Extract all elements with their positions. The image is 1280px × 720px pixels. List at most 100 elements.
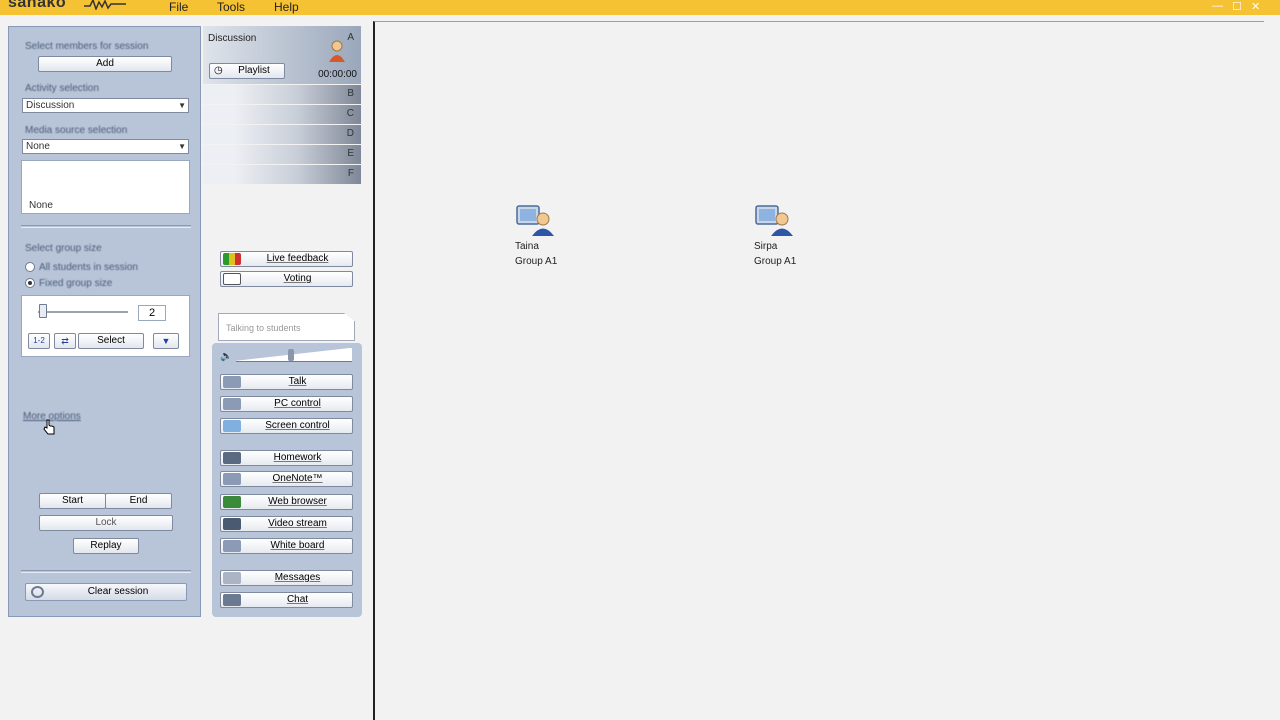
voting-icon <box>223 273 241 285</box>
activity-select[interactable]: Discussion ▼ <box>22 98 189 113</box>
chevron-down-icon: ▼ <box>178 142 186 151</box>
group-row-e[interactable]: E <box>203 145 361 164</box>
divider <box>21 570 191 573</box>
group-row-c[interactable]: C <box>203 105 361 124</box>
media-list[interactable]: None <box>21 160 190 214</box>
group-row-d[interactable]: D <box>203 125 361 144</box>
start-button[interactable]: Start <box>39 493 106 509</box>
messages-icon <box>223 572 241 584</box>
triangle-down-icon: ▼ <box>161 336 171 346</box>
group-size-slider[interactable] <box>38 311 128 313</box>
web-browser-button[interactable]: Web browser <box>220 494 353 510</box>
add-button[interactable]: Add <box>38 56 172 72</box>
minimize-icon[interactable]: — <box>1212 0 1223 12</box>
radio-dot <box>28 281 32 285</box>
select-members-label: Select members for session <box>25 41 149 52</box>
menu-help[interactable]: Help <box>274 0 299 14</box>
onenote-button[interactable]: OneNote™ <box>220 471 353 487</box>
activity-selection-label: Activity selection <box>25 83 99 94</box>
video-stream-button[interactable]: Video stream <box>220 516 353 532</box>
media-source-label: Media source selection <box>25 125 128 136</box>
talk-icon <box>223 376 241 388</box>
screen-control-label: Screen control <box>265 420 330 431</box>
session-timer: 00:00:00 <box>318 69 357 80</box>
group-row-b[interactable]: B <box>203 85 361 104</box>
group-letter-f: F <box>347 168 354 179</box>
talking-to-students-label: Talking to students <box>226 323 301 333</box>
voting-label: Voting <box>283 273 312 284</box>
white-board-icon <box>223 540 241 552</box>
clear-session-label: Clear session <box>87 586 149 597</box>
menu-tools[interactable]: Tools <box>217 0 245 14</box>
discussion-group-header: Discussion A ◷ Playlist 00:00:00 <box>203 26 361 84</box>
clear-session-button[interactable]: Clear session <box>25 583 187 601</box>
homework-button[interactable]: Homework <box>220 450 353 466</box>
homework-icon <box>223 452 241 464</box>
dropdown-arrow-button[interactable]: ▼ <box>153 333 179 349</box>
student-computer-icon <box>755 205 793 236</box>
activity-select-value: Discussion <box>26 100 75 111</box>
end-button[interactable]: End <box>105 493 172 509</box>
onenote-icon <box>223 473 241 485</box>
screen-control-icon <box>223 420 241 432</box>
volume-thumb[interactable] <box>288 349 295 361</box>
live-feedback-button[interactable]: Live feedback <box>220 251 353 267</box>
web-browser-icon <box>223 496 241 508</box>
video-stream-icon <box>223 518 241 530</box>
group-size-box: 2 1-2 ⇄ Select ▼ <box>21 295 190 357</box>
messages-label: Messages <box>274 572 321 583</box>
app-logo: sanako <box>8 0 67 11</box>
talk-label: Talk <box>288 376 307 387</box>
student-sirpa[interactable]: Sirpa Group A1 <box>754 204 814 267</box>
chat-icon <box>223 594 241 606</box>
pc-control-label: PC control <box>274 398 321 409</box>
chat-button[interactable]: Chat <box>220 592 353 608</box>
media-select-value: None <box>26 141 50 152</box>
close-icon[interactable]: ✕ <box>1251 0 1260 13</box>
hand-cursor-icon <box>43 419 55 435</box>
title-bar: sanako File Tools Help — ☐ ✕ <box>0 0 1280 15</box>
live-feedback-icon <box>223 253 241 265</box>
student-taina[interactable]: Taina Group A1 <box>515 204 575 267</box>
screen-control-button[interactable]: Screen control <box>220 418 353 434</box>
video-stream-label: Video stream <box>268 518 327 529</box>
discussion-label: Discussion <box>208 33 257 44</box>
group-letter-e: E <box>347 148 354 159</box>
one-two-button[interactable]: 1-2 <box>28 333 50 349</box>
group-letter-b: B <box>347 88 354 99</box>
lock-button[interactable]: Lock <box>39 515 173 531</box>
clear-session-icon <box>31 586 44 598</box>
pc-control-icon <box>223 398 241 410</box>
radio-all-students[interactable] <box>25 262 35 272</box>
shuffle-button[interactable]: ⇄ <box>54 333 76 349</box>
slider-thumb[interactable] <box>38 304 47 318</box>
select-button[interactable]: Select <box>78 333 144 349</box>
web-browser-label: Web browser <box>268 496 327 507</box>
onenote-label: OneNote™ <box>272 473 323 484</box>
talking-to-students-note: Talking to students <box>218 313 355 341</box>
student-name: Taina <box>515 241 539 252</box>
radio-all-label: All students in session <box>39 262 138 273</box>
speaker-icon: 🔈 <box>220 351 233 362</box>
student-group: Group A1 <box>515 256 558 267</box>
media-source-select[interactable]: None ▼ <box>22 139 189 154</box>
replay-button[interactable]: Replay <box>73 538 139 554</box>
menu-file[interactable]: File <box>169 0 188 14</box>
classroom-canvas[interactable]: Taina Group A1 Sirpa Group A1 <box>373 21 1264 720</box>
chat-label: Chat <box>286 594 309 605</box>
student-group: Group A1 <box>754 256 797 267</box>
group-letter-c: C <box>346 108 354 119</box>
radio-fixed-label: Fixed group size <box>39 278 113 289</box>
radio-fixed-group-size[interactable] <box>25 278 35 288</box>
white-board-button[interactable]: White board <box>220 538 353 554</box>
maximize-icon[interactable]: ☐ <box>1232 0 1242 13</box>
pc-control-button[interactable]: PC control <box>220 396 353 412</box>
messages-button[interactable]: Messages <box>220 570 353 586</box>
group-size-input[interactable]: 2 <box>138 305 166 321</box>
playlist-button[interactable]: ◷ Playlist <box>209 63 285 79</box>
student-computer-icon <box>516 205 554 236</box>
group-row-f[interactable]: F <box>203 165 361 184</box>
media-list-item[interactable]: None <box>29 200 53 211</box>
voting-button[interactable]: Voting <box>220 271 353 287</box>
talk-button[interactable]: Talk <box>220 374 353 390</box>
